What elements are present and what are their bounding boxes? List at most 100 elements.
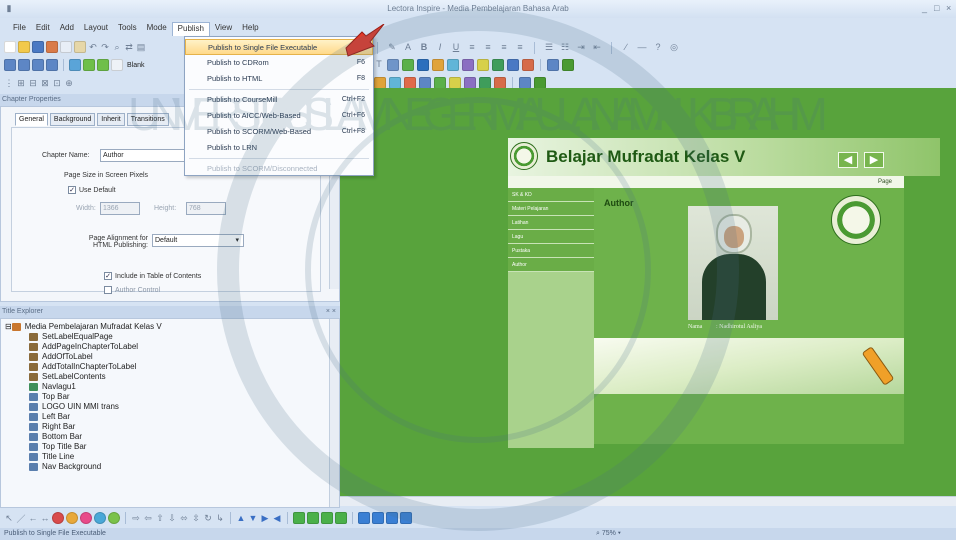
align-center-icon[interactable]: ≡ xyxy=(483,42,493,54)
menu-tools[interactable]: Tools xyxy=(113,22,142,36)
publish-menu-item[interactable]: Publish to AICC/Web-Based Ctrl+F6 xyxy=(185,108,373,124)
chapter-icon[interactable] xyxy=(18,59,30,71)
snap-icon[interactable]: ⊞ xyxy=(16,78,26,89)
oval-shape-icon[interactable] xyxy=(94,512,106,524)
tree-item[interactable]: AddTotalInChapterToLabel xyxy=(5,362,339,372)
font-color-icon[interactable]: A xyxy=(403,42,413,54)
tree-item[interactable]: SetLabelEqualPage xyxy=(5,332,339,342)
title-icon[interactable] xyxy=(4,59,16,71)
tree-item[interactable]: ⊟ Media Pembelajaran Mufradat Kelas V xyxy=(5,322,339,332)
tree-item[interactable]: Nav Background xyxy=(5,462,339,472)
triangle-down-icon[interactable]: ▼ xyxy=(248,513,258,523)
minimize-button[interactable]: _ xyxy=(922,3,927,13)
numbered-list-icon[interactable]: ☷ xyxy=(560,42,570,54)
menu-mode[interactable]: Mode xyxy=(142,22,172,36)
pointer-icon[interactable]: ↖ xyxy=(4,513,14,524)
italic-icon[interactable]: I xyxy=(435,42,445,54)
prev-page-button[interactable]: ◀ xyxy=(838,152,858,168)
button-icon[interactable] xyxy=(477,59,489,71)
bent-arrow-icon[interactable]: ↳ xyxy=(215,513,225,524)
table-icon[interactable] xyxy=(417,59,429,71)
tree-item[interactable]: Navlagu1 xyxy=(5,382,339,392)
line-icon[interactable]: ／ xyxy=(16,512,26,525)
copy-icon[interactable] xyxy=(60,41,72,53)
find-icon[interactable]: ⌕ xyxy=(112,42,122,53)
width-field[interactable]: 1366 xyxy=(100,202,140,215)
chart-icon[interactable] xyxy=(402,59,414,71)
video-icon[interactable] xyxy=(447,59,459,71)
grid-icon[interactable]: ⋮ xyxy=(4,78,14,89)
nav-item[interactable]: Author xyxy=(508,258,594,272)
callout-icon[interactable] xyxy=(293,512,305,524)
text-icon[interactable]: T xyxy=(374,59,384,71)
menu-add[interactable]: Add xyxy=(55,22,79,36)
center-icon[interactable]: ⊕ xyxy=(64,78,74,89)
canvas-horizontal-scrollbar[interactable] xyxy=(340,496,956,506)
menu-file[interactable]: File xyxy=(8,22,31,36)
publish-menu-item[interactable]: Publish to LRN xyxy=(185,140,373,156)
arrow-lr-shape-icon[interactable]: ⬄ xyxy=(179,513,189,524)
tree-item[interactable]: AddPageInChapterToLabel xyxy=(5,342,339,352)
menu-edit[interactable]: Edit xyxy=(31,22,55,36)
arrow-up-shape-icon[interactable]: ⇧ xyxy=(155,513,165,524)
tree-item[interactable]: AddOfToLabel xyxy=(5,352,339,362)
monitor-icon[interactable] xyxy=(69,59,81,71)
print-icon[interactable]: ▤ xyxy=(136,42,146,53)
arrow-left-shape-icon[interactable]: ⇦ xyxy=(143,513,153,524)
progress-bar-icon[interactable] xyxy=(522,59,534,71)
use-default-checkbox[interactable]: ✓ Use Default xyxy=(68,186,116,194)
outdent-icon[interactable]: ⇤ xyxy=(592,42,602,54)
align-right-icon[interactable]: ≡ xyxy=(499,42,509,54)
include-toc-checkbox[interactable]: ✓ Include in Table of Contents xyxy=(104,272,201,280)
align-icon[interactable]: ⊟ xyxy=(28,78,38,89)
nav-item[interactable]: SK & KD xyxy=(508,188,594,202)
form-icon[interactable] xyxy=(492,59,504,71)
ellipse-shape-icon[interactable] xyxy=(66,512,78,524)
align-left-icon[interactable]: ≡ xyxy=(467,42,477,54)
cut-icon[interactable] xyxy=(46,41,58,53)
tree-item[interactable]: Top Bar xyxy=(5,392,339,402)
banner-icon[interactable] xyxy=(307,512,319,524)
height-field[interactable]: 768 xyxy=(186,202,226,215)
scroll-icon[interactable] xyxy=(335,512,347,524)
arrow-left-icon[interactable]: ← xyxy=(28,513,38,523)
open-icon[interactable] xyxy=(18,41,30,53)
folder-icon[interactable] xyxy=(400,512,412,524)
undo-icon[interactable]: ↶ xyxy=(88,42,98,53)
paste-icon[interactable] xyxy=(74,41,86,53)
menu-layout[interactable]: Layout xyxy=(79,22,113,36)
tree-item[interactable]: Top Title Bar xyxy=(5,442,339,452)
publish-menu-item[interactable]: Publish to HTML F8 xyxy=(185,71,373,87)
arrow-right-shape-icon[interactable]: ⇨ xyxy=(131,513,141,524)
panel-close-icon[interactable]: × × xyxy=(326,306,336,318)
section-icon[interactable] xyxy=(32,59,44,71)
ribbon-icon[interactable] xyxy=(321,512,333,524)
redo-icon[interactable]: ↷ xyxy=(100,42,110,53)
space-icon[interactable]: ⊡ xyxy=(52,78,62,89)
tree-item[interactable]: Left Bar xyxy=(5,412,339,422)
page-preview[interactable]: Belajar Mufradat Kelas V ◀ ▶ Page SK & K… xyxy=(508,138,940,448)
tab-inherit[interactable]: Inherit xyxy=(97,113,125,126)
page-icon[interactable] xyxy=(46,59,58,71)
nav-item[interactable]: Pustaka xyxy=(508,244,594,258)
menu-view[interactable]: View xyxy=(210,22,237,36)
tree-item[interactable]: Bottom Bar xyxy=(5,432,339,442)
bullet-list-icon[interactable]: ☰ xyxy=(544,42,554,54)
size-icon[interactable]: ⊠ xyxy=(40,78,50,89)
line-color-icon[interactable]: — xyxy=(637,42,647,54)
replace-icon[interactable]: ⇄ xyxy=(124,42,134,53)
triangle-right-icon[interactable]: ▶ xyxy=(260,513,270,524)
tab-background[interactable]: Background xyxy=(49,113,96,126)
nav-item[interactable]: Materi Pelajaran xyxy=(508,202,594,216)
tree-item[interactable]: Title Line xyxy=(5,452,339,462)
nav-item[interactable]: Lagu xyxy=(508,230,594,244)
line-style-icon[interactable]: ∕ xyxy=(621,42,631,54)
survey-icon[interactable] xyxy=(97,59,109,71)
collapse-toggle[interactable]: ⊟ xyxy=(5,322,12,332)
new-icon[interactable] xyxy=(4,41,16,53)
zoom-control[interactable]: ⌕ 75% ▾ xyxy=(596,528,621,540)
close-button[interactable]: × xyxy=(946,3,951,13)
publish-menu-item[interactable]: Publish to SCORM/Web-Based Ctrl+F8 xyxy=(185,124,373,140)
double-arrow-icon[interactable]: ↔ xyxy=(40,513,50,523)
page-alignment-select[interactable]: Default ▾ xyxy=(152,234,244,247)
